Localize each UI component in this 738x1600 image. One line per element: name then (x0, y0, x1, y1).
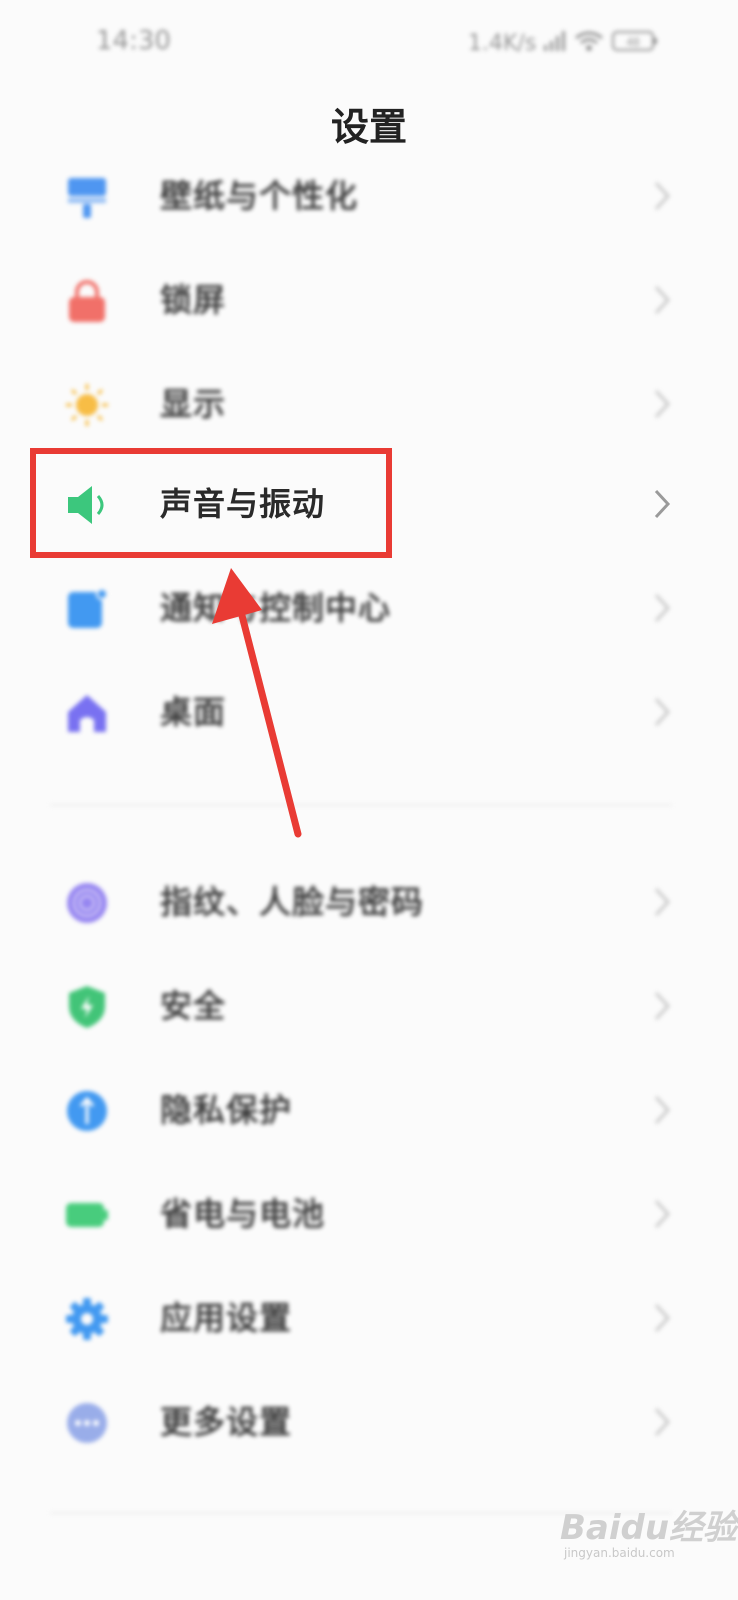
settings-item-battery[interactable]: 省电与电池 (0, 1162, 738, 1266)
chevron-right-icon (652, 180, 672, 212)
settings-item-security[interactable]: 安全 (0, 954, 738, 1058)
settings-item-label: 隐私保护 (160, 1091, 293, 1129)
signal-icon (544, 31, 566, 55)
settings-item-apps[interactable]: 应用设置 (0, 1266, 738, 1370)
battery-level: 48 (627, 35, 641, 49)
more-icon (64, 1400, 110, 1446)
settings-item-label: 桌面 (160, 693, 227, 731)
settings-item-label: 指纹、人脸与密码 (160, 883, 425, 921)
settings-item-label: 更多设置 (160, 1403, 293, 1441)
battery-indicator-icon: 48 (612, 30, 658, 56)
gear-icon (64, 1296, 110, 1342)
settings-item-wallpaper[interactable]: 壁纸与个性化 (0, 144, 738, 248)
chevron-right-icon (652, 284, 672, 316)
chevron-right-icon (652, 886, 672, 918)
network-speed: 1.4K/s (468, 30, 537, 56)
status-right: 1.4K/s 48 (468, 28, 658, 58)
section-divider (50, 804, 672, 806)
settings-item-display[interactable]: 显示 (0, 352, 738, 456)
chevron-right-icon (652, 388, 672, 420)
status-time: 14:30 (96, 26, 171, 56)
watermark-site: jingyan.baidu.com (564, 1546, 675, 1560)
settings-item-label: 壁纸与个性化 (160, 177, 359, 215)
chevron-right-icon (652, 1094, 672, 1126)
wifi-icon (574, 30, 604, 56)
page-title: 设置 (330, 105, 407, 149)
settings-item-lockscreen[interactable]: 锁屏 (0, 248, 738, 352)
notification-icon (64, 586, 110, 632)
chevron-right-icon (652, 1406, 672, 1438)
status-bar: 14:30 1.4K/s 48 (0, 0, 738, 90)
settings-item-label: 省电与电池 (160, 1195, 326, 1233)
settings-item-notifications[interactable]: 通知与控制中心 (0, 556, 738, 660)
settings-item-label: 通知与控制中心 (160, 589, 392, 627)
sun-icon (64, 382, 110, 428)
settings-item-label: 显示 (160, 385, 227, 423)
chevron-right-icon (652, 1302, 672, 1334)
watermark-logo: Baidu经验 (560, 1508, 738, 1548)
chevron-right-icon (652, 990, 672, 1022)
highlight-box (30, 448, 392, 558)
home-icon (64, 690, 110, 736)
chevron-right-icon (652, 592, 672, 624)
settings-item-more[interactable]: 更多设置 (0, 1370, 738, 1474)
chevron-right-icon (652, 696, 672, 728)
settings-item-fingerprint[interactable]: 指纹、人脸与密码 (0, 850, 738, 954)
shield-icon (64, 984, 110, 1030)
settings-item-label: 应用设置 (160, 1299, 293, 1337)
fingerprint-icon (64, 880, 110, 926)
settings-item-label: 锁屏 (160, 281, 227, 319)
settings-item-privacy[interactable]: 隐私保护 (0, 1058, 738, 1162)
wallpaper-icon (64, 174, 110, 220)
battery-icon (64, 1192, 110, 1238)
chevron-right-icon (652, 1198, 672, 1230)
chevron-right-icon (652, 488, 672, 520)
settings-item-label: 安全 (160, 987, 227, 1025)
settings-item-desktop[interactable]: 桌面 (0, 660, 738, 764)
privacy-icon (64, 1088, 110, 1134)
lock-icon (64, 278, 110, 324)
